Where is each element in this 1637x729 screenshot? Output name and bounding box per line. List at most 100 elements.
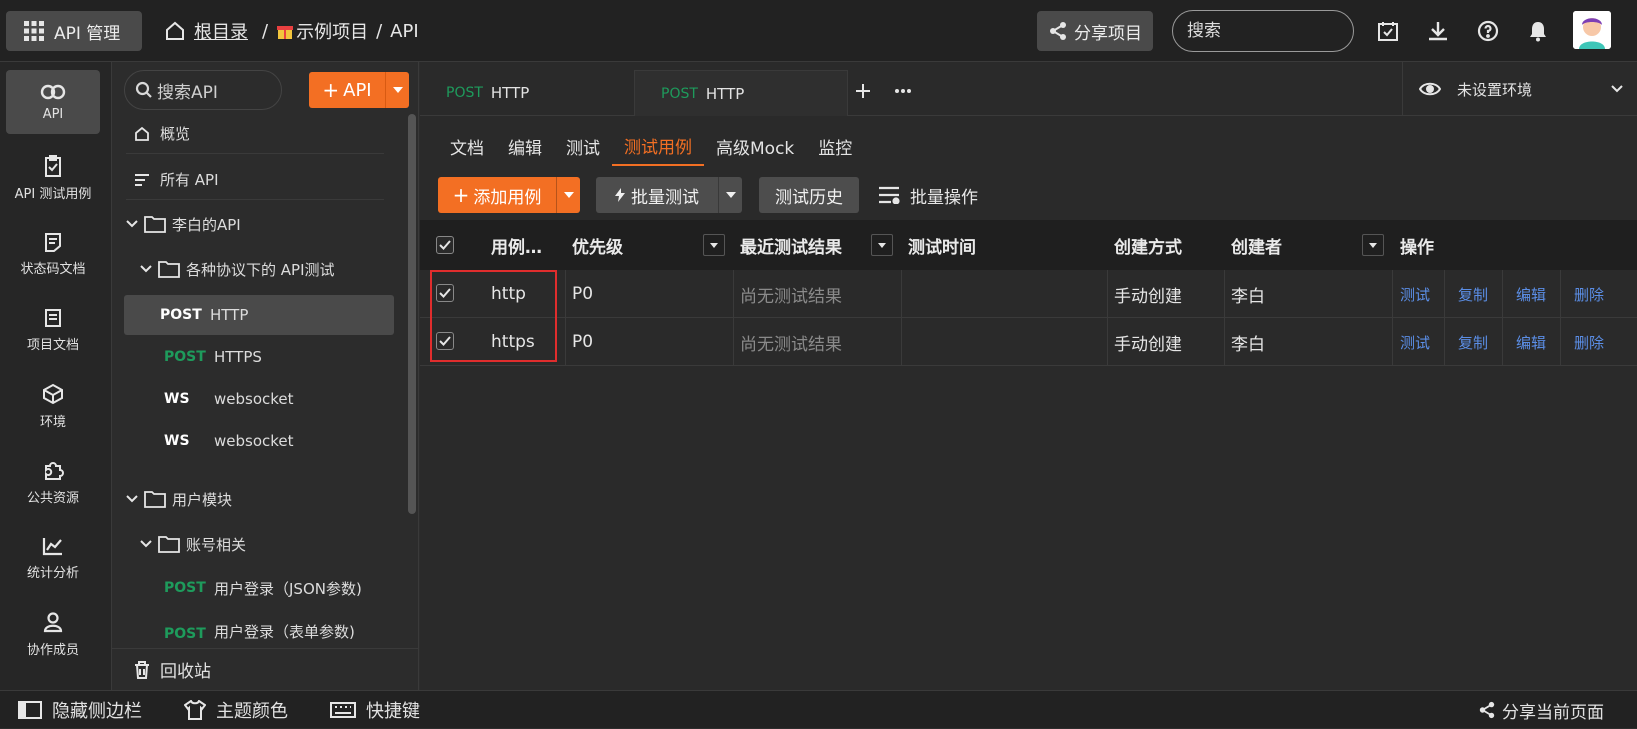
- column-header-test-time[interactable]: 测试时间: [908, 220, 976, 270]
- rail-item-api-test-cases[interactable]: API 测试用例: [6, 146, 100, 210]
- tree-api-login-json[interactable]: POST 用户登录（JSON参数): [126, 568, 384, 608]
- tree-item-label: HTTPS: [214, 348, 262, 366]
- bell-icon[interactable]: [1524, 17, 1552, 45]
- tab-monitor[interactable]: 监控: [806, 126, 864, 166]
- file-tab[interactable]: POST HTTP: [420, 70, 634, 116]
- help-icon[interactable]: [1474, 17, 1502, 45]
- add-case-button[interactable]: + 添加用例: [438, 177, 580, 213]
- breadcrumb-root[interactable]: 根目录: [194, 18, 248, 44]
- theme-color-label: 主题颜色: [216, 701, 288, 722]
- tab-advanced-mock[interactable]: 高级Mock: [704, 126, 806, 166]
- rail-item-members[interactable]: 协作成员: [6, 602, 100, 666]
- breadcrumb-project[interactable]: 示例项目: [296, 18, 368, 44]
- add-api-main[interactable]: + API: [309, 72, 385, 108]
- tree-item-overview[interactable]: 概览: [126, 114, 384, 154]
- rail-item-statistics[interactable]: 统计分析: [6, 526, 100, 590]
- user-avatar[interactable]: [1573, 11, 1611, 49]
- app-menu-button[interactable]: API 管理: [6, 11, 142, 51]
- tree-scrollbar[interactable]: [408, 114, 416, 514]
- list-settings-icon: [878, 186, 900, 204]
- priority-filter-dropdown[interactable]: [703, 234, 725, 256]
- theme-color-button[interactable]: 主题颜色: [184, 691, 288, 729]
- left-rail: API API 测试用例 状态码文档 项目文档 环境 公共资源 统计分析 协作成…: [0, 62, 112, 690]
- tree-api-https[interactable]: POST HTTPS: [126, 337, 384, 377]
- tree-item-all-api[interactable]: 所有 API: [126, 160, 384, 200]
- top-bar: API 管理 根目录 / 示例项目 / API 分享项目: [0, 0, 1637, 62]
- hide-sidebar-button[interactable]: 隐藏侧边栏: [18, 691, 142, 729]
- grid-icon: [24, 21, 44, 41]
- delete-link[interactable]: 删除: [1574, 318, 1604, 366]
- tab-edit[interactable]: 编辑: [496, 126, 554, 166]
- rail-item-public-resources[interactable]: 公共资源: [6, 450, 100, 514]
- gift-icon: [276, 22, 294, 40]
- column-header-priority[interactable]: 优先级: [572, 220, 623, 270]
- download-icon[interactable]: [1424, 17, 1452, 45]
- app-title: API 管理: [54, 23, 121, 44]
- copy-link[interactable]: 复制: [1458, 318, 1488, 366]
- method-badge: WS: [164, 433, 190, 449]
- breadcrumb-current: API: [390, 20, 419, 42]
- footer-bar: 隐藏侧边栏 主题颜色 快捷键 分享当前页面: [0, 690, 1637, 728]
- calendar-check-icon[interactable]: [1374, 17, 1402, 45]
- tab-test[interactable]: 测试: [554, 126, 612, 166]
- copy-link[interactable]: 复制: [1458, 270, 1488, 318]
- edit-link[interactable]: 编辑: [1516, 270, 1546, 318]
- tree-item-label: websocket: [214, 432, 294, 450]
- tab-docs[interactable]: 文档: [438, 126, 496, 166]
- tab-test-cases[interactable]: 测试用例: [612, 126, 704, 166]
- rail-item-project-docs[interactable]: 项目文档: [6, 298, 100, 362]
- new-tab-button[interactable]: [850, 78, 876, 104]
- tree-api-websocket[interactable]: WS websocket: [126, 379, 384, 419]
- tree-folder-user-module[interactable]: 用户模块: [126, 479, 384, 519]
- add-api-button[interactable]: + API: [309, 72, 409, 108]
- add-api-label: API: [343, 79, 372, 101]
- tree-item-label: HTTP: [210, 306, 249, 324]
- tree-folder-account[interactable]: 账号相关: [126, 524, 384, 564]
- creator-filter-dropdown[interactable]: [1362, 234, 1384, 256]
- rail-item-status-codes[interactable]: 状态码文档: [6, 222, 100, 286]
- column-divider: [1502, 318, 1503, 366]
- edit-link[interactable]: 编辑: [1516, 318, 1546, 366]
- environment-select[interactable]: 未设置环境: [1402, 62, 1637, 116]
- batch-test-dropdown[interactable]: [718, 177, 742, 213]
- share-icon: [1048, 21, 1068, 41]
- select-all-checkbox[interactable]: [436, 236, 454, 254]
- chevron-down-icon: [140, 265, 152, 273]
- add-case-dropdown[interactable]: [556, 177, 580, 213]
- recycle-bin[interactable]: 回收站: [112, 648, 419, 690]
- table-row[interactable]: https P0 尚无测试结果 手动创建 李白 测试 复制 编辑 删除: [420, 318, 1637, 366]
- test-link[interactable]: 测试: [1400, 318, 1430, 366]
- file-tab-active[interactable]: POST HTTP: [634, 70, 848, 116]
- column-header-last-result[interactable]: 最近测试结果: [740, 220, 842, 270]
- column-header-name[interactable]: 用例…: [491, 220, 542, 270]
- tree-api-websocket[interactable]: WS websocket: [126, 421, 384, 461]
- column-divider: [1392, 270, 1393, 318]
- breadcrumb-separator: /: [376, 20, 383, 42]
- case-last-result: 尚无测试结果: [740, 334, 842, 355]
- rail-item-environment[interactable]: 环境: [6, 374, 100, 438]
- result-filter-dropdown[interactable]: [871, 234, 893, 256]
- test-link[interactable]: 测试: [1400, 270, 1430, 318]
- rail-item-api[interactable]: API: [6, 70, 100, 134]
- tree-folder-protocols[interactable]: 各种协议下的 API测试: [126, 249, 384, 289]
- share-page-button[interactable]: 分享当前页面: [1478, 691, 1604, 729]
- test-history-button[interactable]: 测试历史: [759, 177, 859, 213]
- share-project-button[interactable]: 分享项目: [1037, 11, 1153, 51]
- column-header-creator[interactable]: 创建者: [1231, 220, 1282, 270]
- folder-icon: [144, 490, 166, 508]
- shortcuts-button[interactable]: 快捷键: [330, 691, 420, 729]
- tree-folder-libai[interactable]: 李白的API: [126, 204, 384, 244]
- global-search-input[interactable]: [1172, 10, 1354, 52]
- more-tabs-button[interactable]: [890, 78, 916, 104]
- breadcrumb-separator: /: [262, 20, 269, 42]
- batch-test-button[interactable]: 批量测试: [596, 177, 742, 213]
- batch-operations-button[interactable]: 批量操作: [874, 177, 994, 213]
- tree-api-http[interactable]: POST HTTP: [124, 295, 394, 335]
- delete-link[interactable]: 删除: [1574, 270, 1604, 318]
- add-api-dropdown[interactable]: [385, 72, 409, 108]
- tree-api-login-form[interactable]: POST 用户登录（表单参数): [126, 608, 384, 642]
- api-search-input[interactable]: 搜索API: [124, 70, 282, 110]
- column-header-creation-method[interactable]: 创建方式: [1114, 220, 1182, 270]
- table-row[interactable]: http P0 尚无测试结果 手动创建 李白 测试 复制 编辑 删除: [420, 270, 1637, 318]
- column-divider: [1502, 270, 1503, 318]
